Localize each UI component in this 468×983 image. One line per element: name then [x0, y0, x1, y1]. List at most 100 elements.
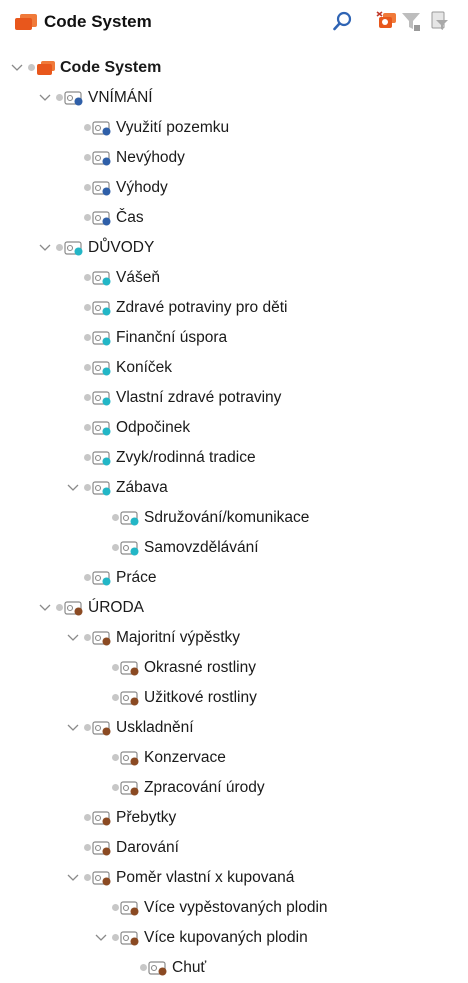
tree-item-label: Zvyk/rodinná tradice: [116, 449, 256, 466]
tree-connector-dot: [112, 514, 119, 521]
tree-item[interactable]: Majoritní výpěstky: [0, 623, 468, 653]
chevron-down-icon[interactable]: [66, 481, 80, 495]
tree-item[interactable]: Okrasné rostliny: [0, 653, 468, 683]
tree-item[interactable]: Darování: [0, 833, 468, 863]
tree-connector-dot: [56, 244, 63, 251]
chevron-down-icon[interactable]: [10, 61, 24, 75]
tree-connector-dot: [84, 394, 91, 401]
code-system-icon: [15, 14, 37, 30]
tree-item[interactable]: Vlastní zdravé potraviny: [0, 383, 468, 413]
search-icon[interactable]: [332, 10, 354, 32]
code-icon: [92, 211, 111, 226]
tree-item-label: Samovzdělávání: [144, 539, 259, 556]
chevron-down-icon[interactable]: [38, 601, 52, 615]
filter-document-icon[interactable]: [428, 10, 450, 32]
tree-item-label: Výhody: [116, 179, 168, 196]
filter-icon[interactable]: [400, 10, 422, 32]
tree-connector-dot: [84, 814, 91, 821]
tree-item-label: Více kupovaných plodin: [144, 929, 308, 946]
tree-item[interactable]: Zdravé potraviny pro děti: [0, 293, 468, 323]
panel-title: Code System: [44, 12, 152, 31]
tree-item[interactable]: Zábava: [0, 473, 468, 503]
code-icon: [120, 931, 139, 946]
tree-item[interactable]: Práce: [0, 563, 468, 593]
chevron-down-icon[interactable]: [94, 931, 108, 945]
tree-item-label: Nevýhody: [116, 149, 185, 166]
tree-root-item[interactable]: Code System: [0, 53, 468, 83]
tree-item[interactable]: Finanční úspora: [0, 323, 468, 353]
tree-item-label: Přebytky: [116, 809, 177, 826]
tree-item[interactable]: Čas: [0, 203, 468, 233]
code-icon: [92, 871, 111, 886]
tree-connector-dot: [84, 454, 91, 461]
tree-item[interactable]: ÚRODA: [0, 593, 468, 623]
tree-connector-dot: [84, 214, 91, 221]
tree-item-label: Sdružování/komunikace: [144, 509, 310, 526]
chevron-down-icon[interactable]: [66, 631, 80, 645]
tree-item[interactable]: Přebytky: [0, 803, 468, 833]
tree-item[interactable]: Více kupovaných plodin: [0, 923, 468, 953]
tree-item[interactable]: Uskladnění: [0, 713, 468, 743]
tree-item[interactable]: Vášeň: [0, 263, 468, 293]
tree-item[interactable]: Výhody: [0, 173, 468, 203]
tree-item-label: Koníček: [116, 359, 173, 376]
tree-item[interactable]: Chuť: [0, 953, 468, 983]
tree-item[interactable]: Užitkové rostliny: [0, 683, 468, 713]
tree-item-label: Čas: [116, 209, 144, 226]
tree-item[interactable]: Poměr vlastní x kupovaná: [0, 863, 468, 893]
code-icon: [120, 511, 139, 526]
tree-connector-dot: [84, 274, 91, 281]
tree-item[interactable]: Konzervace: [0, 743, 468, 773]
code-system-settings-icon[interactable]: [376, 10, 398, 32]
tree-connector-dot: [84, 484, 91, 491]
tree-connector-dot: [112, 784, 119, 791]
code-icon: [92, 151, 111, 166]
code-system-icon: [37, 61, 55, 75]
code-icon: [64, 601, 83, 616]
tree-item[interactable]: Koníček: [0, 353, 468, 383]
tree-item-label: Darování: [116, 839, 179, 856]
code-icon: [92, 121, 111, 136]
tree-connector-dot: [84, 634, 91, 641]
tree-item-label: Vlastní zdravé potraviny: [116, 389, 282, 406]
code-icon: [120, 541, 139, 556]
tree-item[interactable]: Samovzdělávání: [0, 533, 468, 563]
tree-item[interactable]: Využití pozemku: [0, 113, 468, 143]
code-icon: [92, 631, 111, 646]
tree-item-label: DŮVODY: [88, 239, 155, 256]
tree-connector-dot: [28, 64, 35, 71]
tree-item[interactable]: Sdružování/komunikace: [0, 503, 468, 533]
tree-connector-dot: [140, 964, 147, 971]
code-icon: [120, 691, 139, 706]
chevron-down-icon[interactable]: [66, 871, 80, 885]
tree-item[interactable]: Nevýhody: [0, 143, 468, 173]
tree-connector-dot: [84, 844, 91, 851]
tree-item[interactable]: Více vypěstovaných plodin: [0, 893, 468, 923]
tree-connector-dot: [84, 424, 91, 431]
tree-item[interactable]: DŮVODY: [0, 233, 468, 263]
tree-connector-dot: [84, 184, 91, 191]
tree-item[interactable]: Odpočinek: [0, 413, 468, 443]
tree-item-label: Code System: [60, 59, 162, 76]
tree-item-label: Finanční úspora: [116, 329, 228, 346]
tree-item-label: Užitkové rostliny: [144, 689, 257, 706]
tree-connector-dot: [112, 904, 119, 911]
code-icon: [64, 241, 83, 256]
tree-connector-dot: [84, 724, 91, 731]
tree-item-label: Odpočinek: [116, 419, 191, 436]
tree-connector-dot: [56, 604, 63, 611]
chevron-down-icon[interactable]: [38, 91, 52, 105]
chevron-down-icon[interactable]: [38, 241, 52, 255]
tree-item[interactable]: Zvyk/rodinná tradice: [0, 443, 468, 473]
tree-item-label: Využití pozemku: [116, 119, 230, 136]
tree-connector-dot: [112, 694, 119, 701]
chevron-down-icon[interactable]: [66, 721, 80, 735]
code-icon: [64, 91, 83, 106]
code-icon: [92, 331, 111, 346]
tree-item-label: Uskladnění: [116, 719, 194, 736]
tree-item[interactable]: Zpracování úrody: [0, 773, 468, 803]
code-icon: [92, 841, 111, 856]
code-icon: [92, 421, 111, 436]
tree-item[interactable]: VNÍMÁNÍ: [0, 83, 468, 113]
tree-connector-dot: [56, 94, 63, 101]
